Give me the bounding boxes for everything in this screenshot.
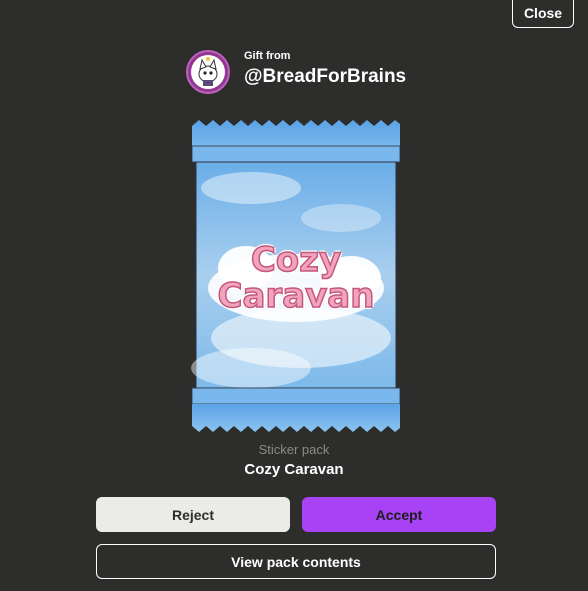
reject-button[interactable]: Reject: [96, 497, 290, 532]
gift-sender-username[interactable]: @BreadForBrains: [244, 65, 406, 89]
pack-type-label: Sticker pack: [258, 442, 330, 457]
pack-logo-line1: Cozy: [250, 239, 342, 281]
avatar-icon: [191, 55, 225, 89]
close-button[interactable]: Close: [512, 0, 574, 28]
pack-name: Cozy Caravan: [244, 461, 344, 478]
view-pack-contents-button[interactable]: View pack contents: [96, 544, 496, 579]
accept-button[interactable]: Accept: [302, 497, 496, 532]
gift-header: Gift from @BreadForBrains: [186, 50, 406, 94]
avatar: [186, 50, 230, 94]
pack-logo-line2: Caravan: [217, 275, 375, 317]
sticker-pack-image: Cozy Caravan: [191, 118, 401, 434]
gift-dialog: Close Gift from @BreadForBrains Cozy Car…: [0, 0, 588, 591]
gift-from-label: Gift from: [244, 50, 291, 62]
